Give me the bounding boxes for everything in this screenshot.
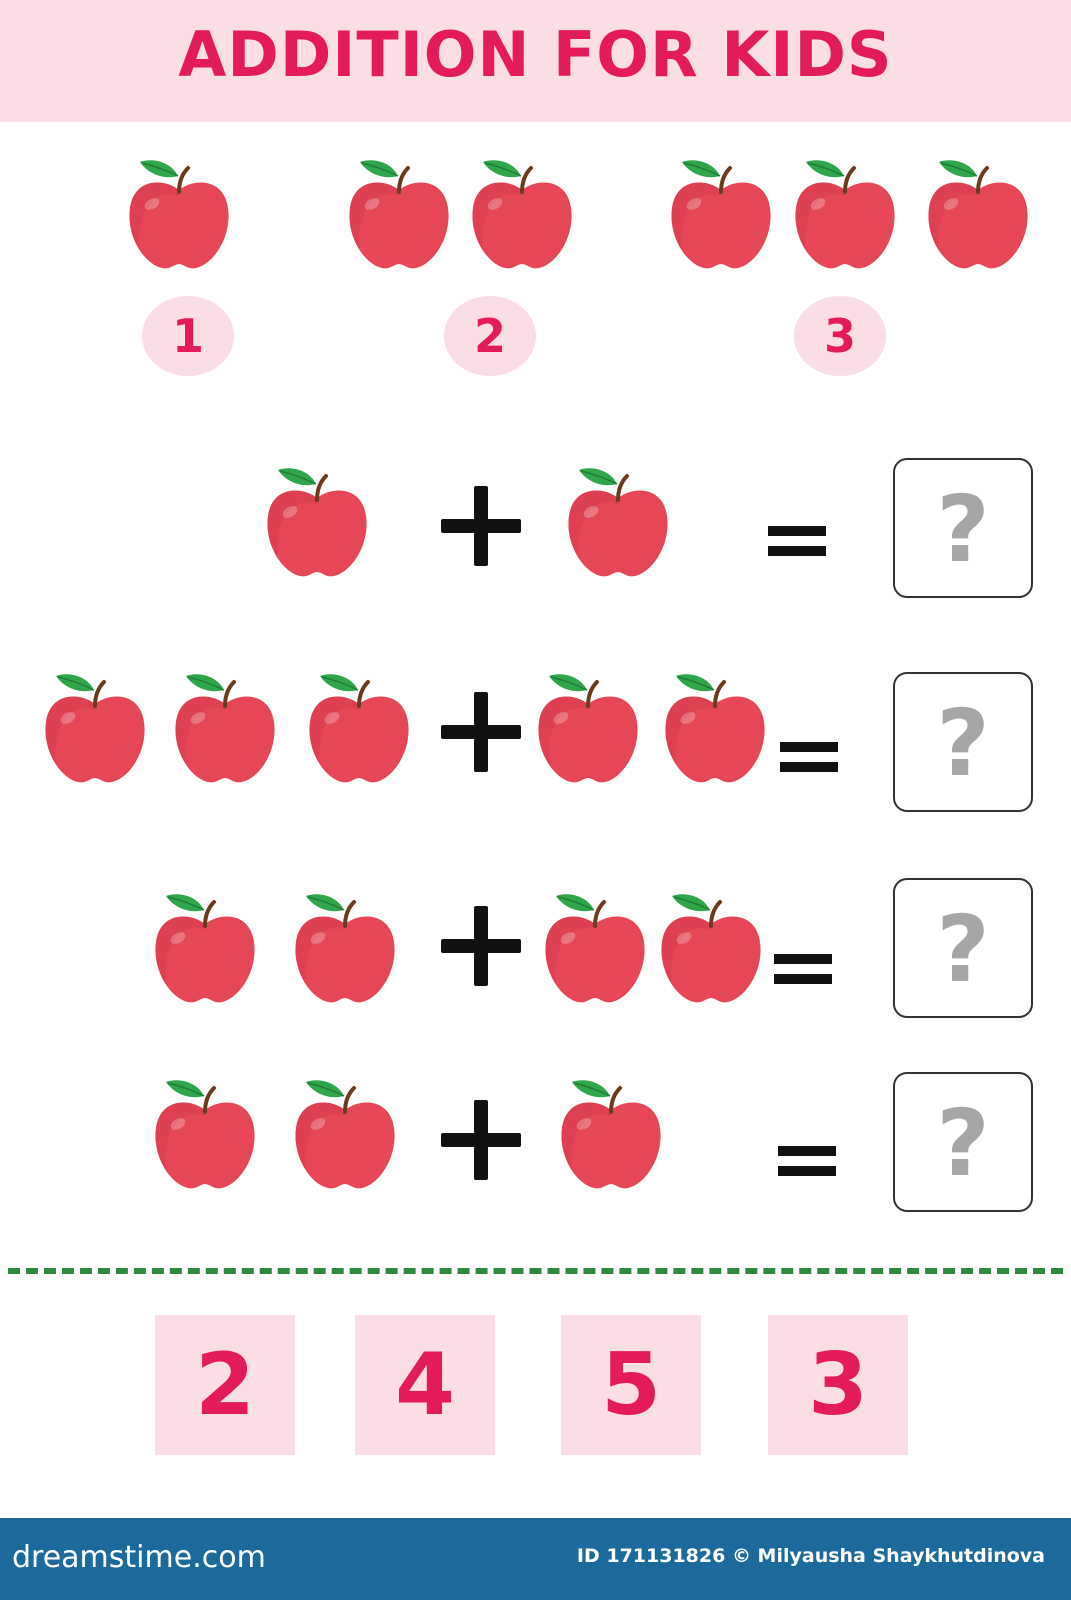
count-label-3: 3 [794, 296, 886, 376]
plus-icon [441, 906, 521, 986]
equals-icon [778, 1140, 836, 1180]
answer-card[interactable]: 4 [355, 1315, 495, 1455]
apple-icon [556, 1072, 666, 1192]
apple-icon [304, 666, 414, 786]
answer-card[interactable]: 5 [561, 1315, 701, 1455]
apple-icon [290, 1072, 400, 1192]
answer-card[interactable]: 2 [155, 1315, 295, 1455]
apple-icon [124, 152, 234, 272]
question-mark-icon: ? [936, 690, 990, 797]
plus-icon [441, 486, 521, 566]
apple-icon [467, 152, 577, 272]
equals-icon [780, 736, 838, 776]
answer-box[interactable]: ? [893, 672, 1033, 812]
answer-card-number: 4 [395, 1335, 455, 1435]
question-mark-icon: ? [936, 896, 990, 1003]
answer-card-number: 2 [195, 1335, 255, 1435]
apple-icon [40, 666, 150, 786]
apple-icon [923, 152, 1033, 272]
apple-icon [170, 666, 280, 786]
apple-icon [344, 152, 454, 272]
header-banner: ADDITION FOR KIDS [0, 0, 1071, 122]
footer-credit: ID 171131826 © Milyausha Shaykhutdinova [576, 1545, 1045, 1567]
answer-box[interactable]: ? [893, 878, 1033, 1018]
apple-icon [150, 886, 260, 1006]
equals-icon [774, 948, 832, 988]
answer-card[interactable]: 3 [768, 1315, 908, 1455]
apple-icon [533, 666, 643, 786]
page-title: ADDITION FOR KIDS [178, 18, 893, 91]
answer-box[interactable]: ? [893, 1072, 1033, 1212]
count-label-2: 2 [444, 296, 536, 376]
answer-card-number: 3 [808, 1335, 868, 1435]
answer-card-number: 5 [601, 1335, 661, 1435]
count-label-1: 1 [142, 296, 234, 376]
apple-icon [540, 886, 650, 1006]
question-mark-icon: ? [936, 1090, 990, 1197]
apple-icon [656, 886, 766, 1006]
apple-icon [790, 152, 900, 272]
apple-icon [660, 666, 770, 786]
apple-icon [666, 152, 776, 272]
equals-icon [768, 520, 826, 560]
footer-bar: dreamstime.com ID 171131826 © Milyausha … [0, 1518, 1071, 1600]
answer-box[interactable]: ? [893, 458, 1033, 598]
apple-icon [262, 460, 372, 580]
apple-icon [290, 886, 400, 1006]
question-mark-icon: ? [936, 476, 990, 583]
apple-icon [563, 460, 673, 580]
plus-icon [441, 1100, 521, 1180]
plus-icon [441, 692, 521, 772]
dashed-divider [8, 1268, 1063, 1274]
footer-brand: dreamstime.com [12, 1540, 266, 1575]
apple-icon [150, 1072, 260, 1192]
